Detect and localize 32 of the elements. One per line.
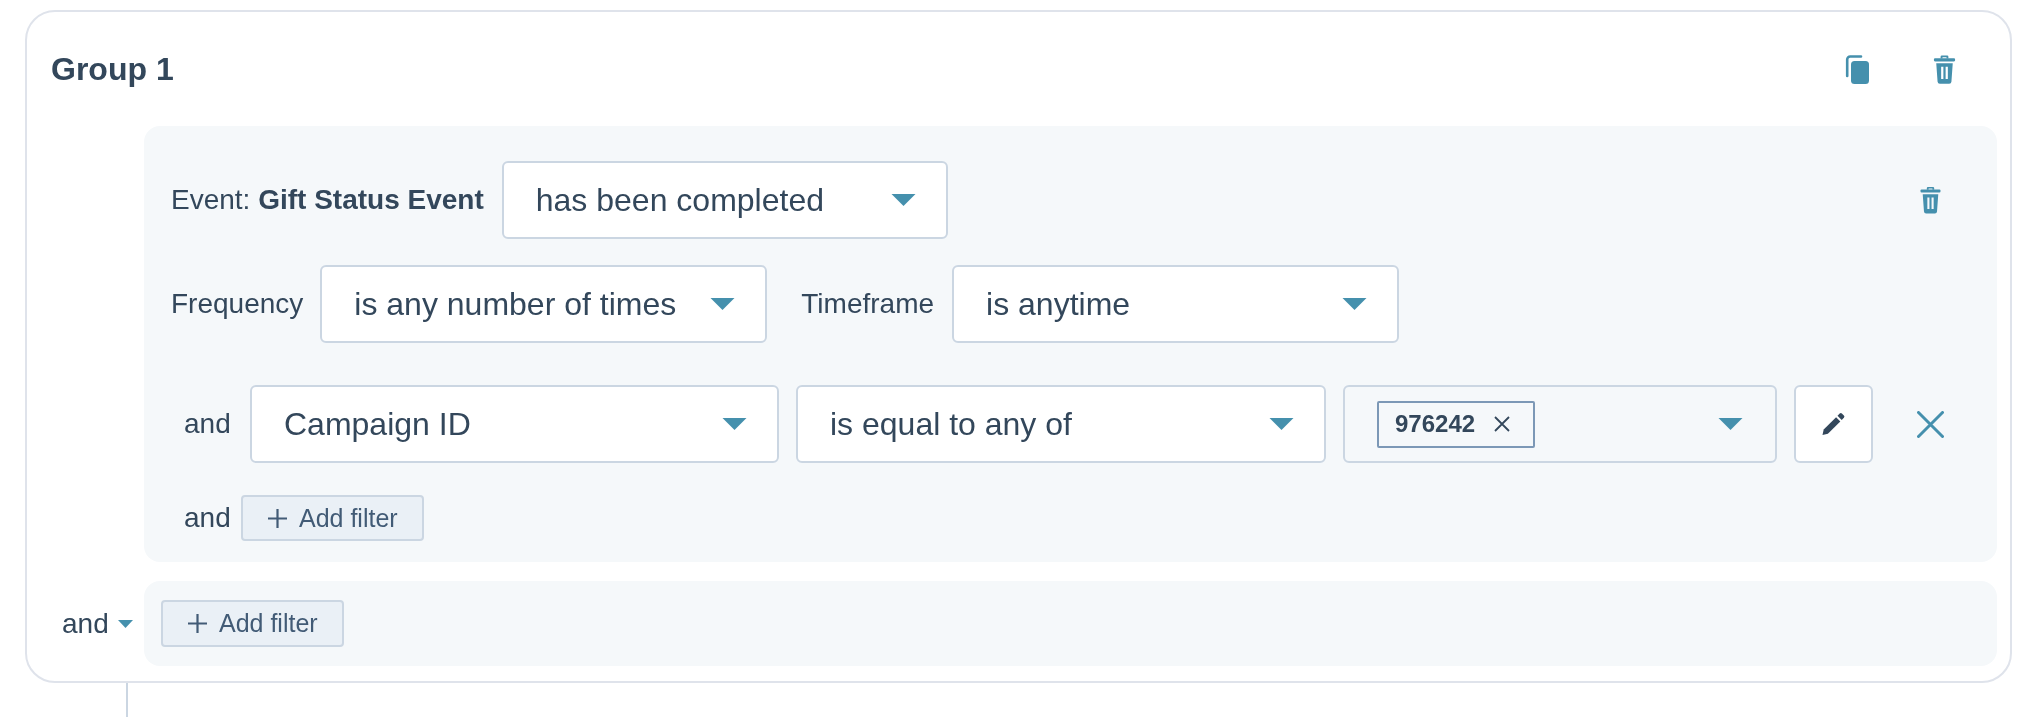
caret-icon — [722, 418, 747, 430]
group-title: Group 1 — [51, 50, 174, 88]
status-dropdown[interactable]: has been completed — [501, 161, 948, 239]
value-select[interactable]: 976242 — [1343, 385, 1777, 463]
plus-icon — [187, 613, 208, 634]
add-filter-button[interactable]: Add filter — [161, 600, 344, 647]
pencil-icon — [1821, 412, 1846, 436]
caret-icon — [1269, 418, 1294, 430]
trash-icon[interactable] — [1933, 54, 1956, 84]
caret-icon — [117, 619, 133, 628]
copy-icon[interactable] — [1845, 54, 1869, 84]
timeframe-label: Timeframe — [801, 288, 935, 320]
event-label: Event: Gift Status Event — [171, 184, 484, 216]
trash-icon[interactable] — [1920, 186, 1941, 214]
close-icon[interactable] — [1494, 416, 1511, 432]
caret-icon — [710, 298, 736, 310]
frequency-dropdown[interactable]: is any number of times — [320, 265, 768, 343]
and-dropdown[interactable]: and — [62, 607, 133, 640]
and-label: and — [184, 502, 231, 534]
tag-text: 976242 — [1395, 410, 1476, 438]
property-dropdown[interactable]: Campaign ID — [250, 385, 779, 463]
connector-line — [126, 683, 128, 717]
add-filter-button[interactable]: Add filter — [241, 495, 424, 541]
caret-icon — [1342, 298, 1368, 310]
caret-icon — [1718, 418, 1743, 430]
caret-icon — [890, 194, 916, 206]
frequency-label: Frequency — [171, 288, 304, 320]
timeframe-dropdown[interactable]: is anytime — [952, 265, 1400, 343]
and-label: and — [184, 408, 231, 440]
edit-button[interactable] — [1794, 385, 1873, 463]
operator-dropdown[interactable]: is equal to any of — [796, 385, 1326, 463]
plus-icon — [267, 507, 288, 529]
